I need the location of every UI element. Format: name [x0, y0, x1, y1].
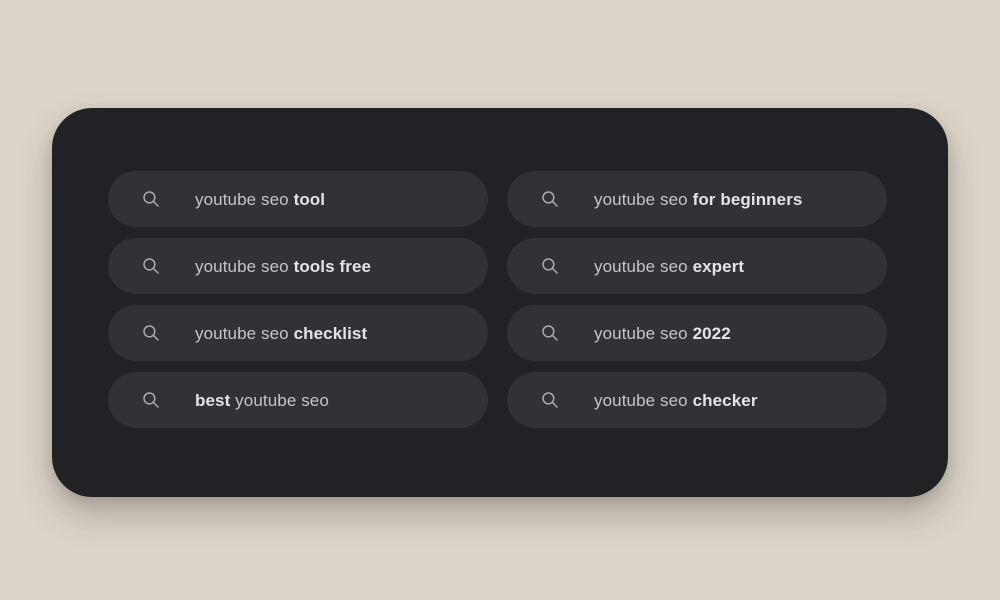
suggestion-bold-term: tools free: [293, 256, 372, 276]
suggestion-bold-term: checker: [692, 390, 758, 410]
search-icon: [540, 390, 560, 410]
suggestion-bold-term: tool: [293, 189, 326, 209]
suggestion-label: youtube seo for beginners: [594, 191, 803, 208]
search-icon: [540, 323, 560, 343]
suggestion-label: best youtube seo: [195, 392, 329, 409]
search-icon: [540, 189, 560, 209]
search-icon: [540, 256, 560, 276]
suggestion-pill[interactable]: youtube seo 2022: [507, 305, 887, 361]
suggestions-card: youtube seo tool youtube seo for beginner…: [52, 108, 948, 497]
screenshot-canvas: youtube seo tool youtube seo for beginner…: [0, 0, 1000, 600]
suggestion-label: youtube seo expert: [594, 258, 744, 275]
suggestion-label: youtube seo tools free: [195, 258, 371, 275]
suggestion-pill[interactable]: youtube seo tools free: [108, 238, 488, 294]
suggestion-prefix: youtube seo: [594, 323, 693, 343]
suggestion-prefix: youtube seo: [594, 189, 693, 209]
suggestion-suffix: youtube seo: [230, 390, 329, 410]
suggestion-label: youtube seo checklist: [195, 325, 367, 342]
suggestion-prefix: youtube seo: [594, 256, 693, 276]
suggestion-pill[interactable]: youtube seo tool: [108, 171, 488, 227]
suggestions-grid: youtube seo tool youtube seo for beginner…: [108, 171, 892, 428]
suggestion-label: youtube seo tool: [195, 191, 325, 208]
suggestion-prefix: youtube seo: [195, 189, 294, 209]
suggestion-bold-term: for beginners: [692, 189, 803, 209]
suggestion-bold-term: expert: [692, 256, 745, 276]
search-icon: [141, 256, 161, 276]
search-icon: [141, 189, 161, 209]
suggestion-pill[interactable]: best youtube seo: [108, 372, 488, 428]
suggestion-bold-term: 2022: [692, 323, 731, 343]
suggestion-label: youtube seo 2022: [594, 325, 731, 342]
search-icon: [141, 323, 161, 343]
search-icon: [141, 390, 161, 410]
suggestion-pill[interactable]: youtube seo checker: [507, 372, 887, 428]
suggestion-pill[interactable]: youtube seo checklist: [108, 305, 488, 361]
suggestion-prefix: youtube seo: [195, 323, 294, 343]
suggestion-prefix: youtube seo: [594, 390, 693, 410]
suggestion-bold-term: checklist: [293, 323, 368, 343]
suggestion-pill[interactable]: youtube seo expert: [507, 238, 887, 294]
suggestion-label: youtube seo checker: [594, 392, 758, 409]
suggestion-bold-term: best: [195, 390, 231, 410]
suggestion-prefix: youtube seo: [195, 256, 294, 276]
suggestion-pill[interactable]: youtube seo for beginners: [507, 171, 887, 227]
